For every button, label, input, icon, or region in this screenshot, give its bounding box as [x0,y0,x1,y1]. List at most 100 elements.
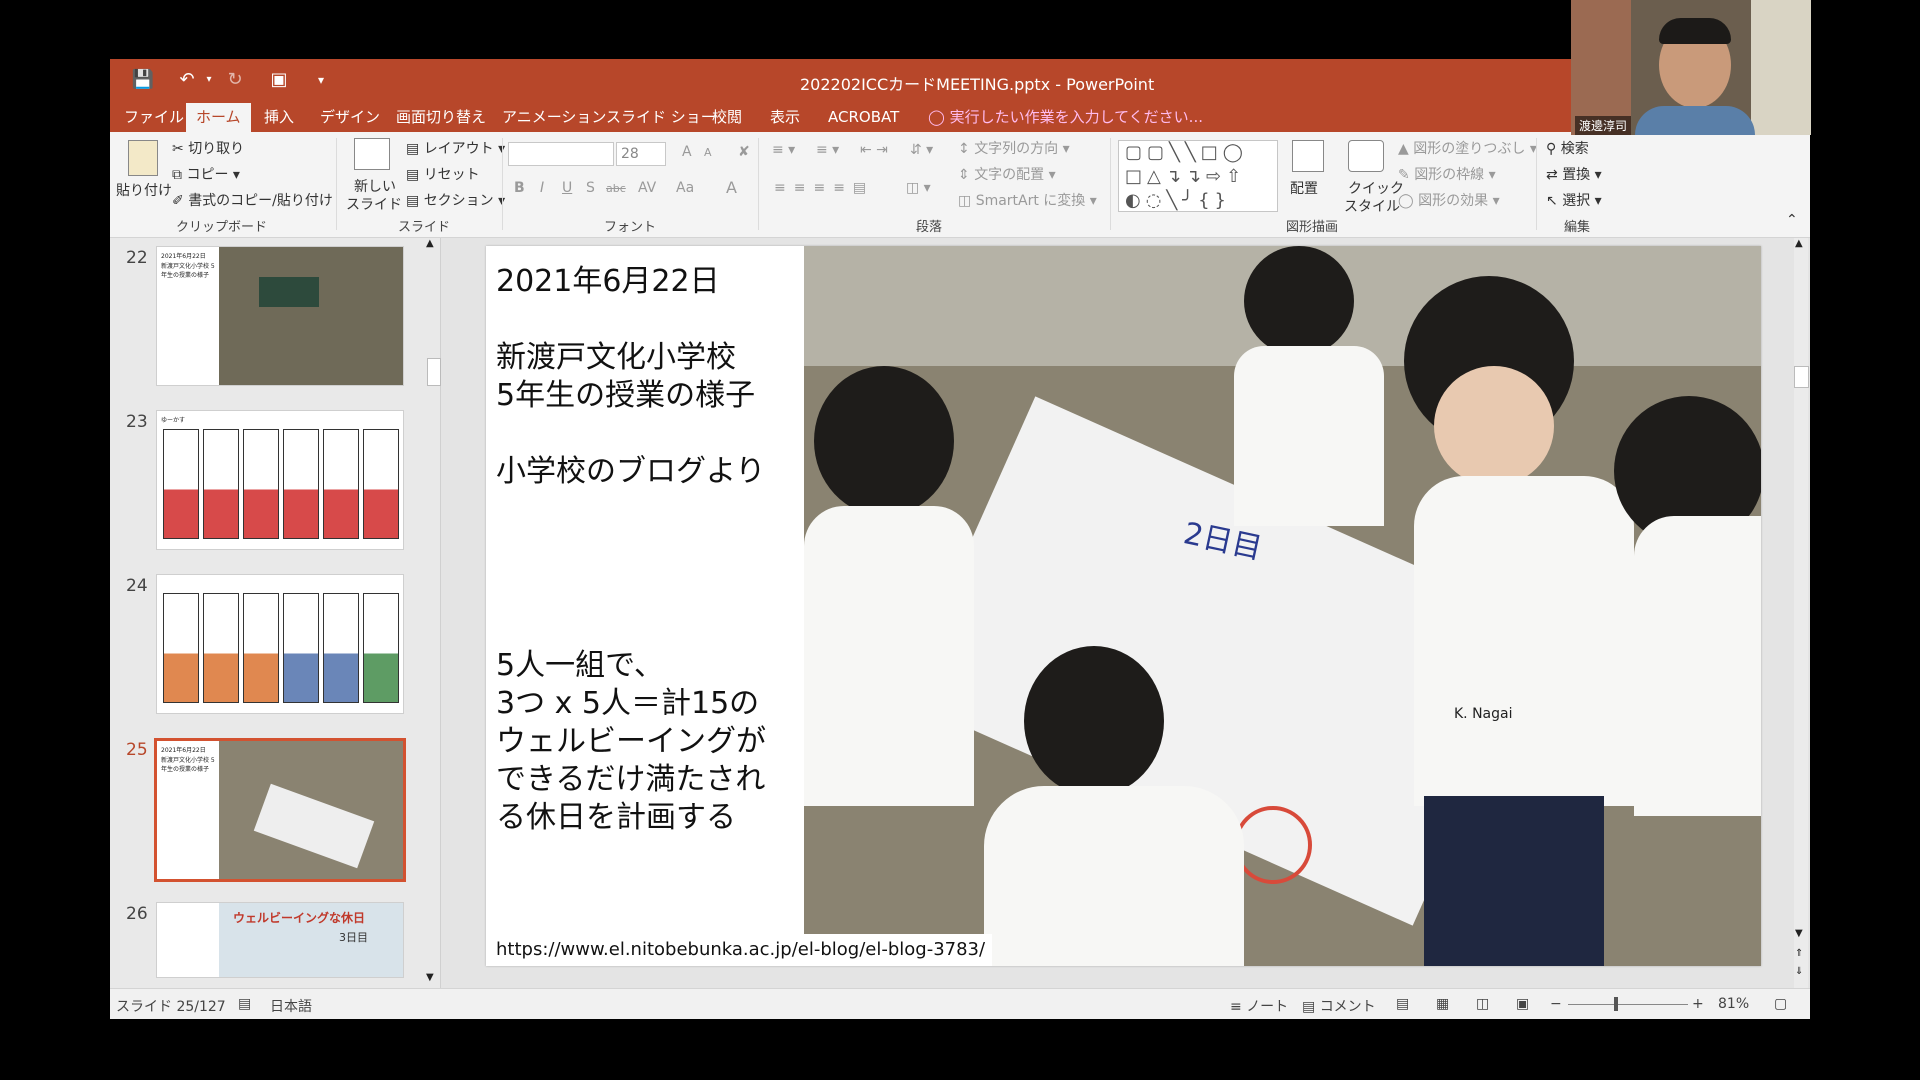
tab-review[interactable]: 校閲 [702,103,752,132]
thumbnail-slide-25[interactable]: 2021年6月22日 新渡戸文化小学校 5年生の授業の様子 [154,738,406,882]
thumbnail-slide-22[interactable]: 2021年6月22日 新渡戸文化小学校 5年生の授業の様子 [156,246,404,386]
columns-icon[interactable]: ◫ ▾ [906,180,931,196]
quick-styles-button[interactable]: クイック [1348,178,1404,198]
font-name-field[interactable] [508,142,614,166]
save-icon[interactable]: 💾 [130,67,156,93]
select-button[interactable]: ↖ 選択 ▾ [1546,190,1602,210]
format-painter-button[interactable]: ✐ 書式のコピー/貼り付け [172,190,333,210]
reset-button[interactable]: ▤ リセット [406,164,480,184]
shape-fill-button[interactable]: ▲ 図形の塗りつぶし ▾ [1398,138,1537,158]
scroll-down-icon[interactable]: ▼ [426,972,434,983]
customize-icon[interactable]: ▾ [308,67,334,93]
section-button[interactable]: ▤ セクション ▾ [406,190,505,210]
scroll-down-icon[interactable]: ▼ [1795,928,1803,939]
text-direction-button[interactable]: ↕ 文字列の方向 ▾ [958,138,1070,158]
slide-scrollbar[interactable]: ▲ ▼ ⇑ ⇓ [1794,238,1809,988]
grow-font-button[interactable]: A [682,144,692,160]
quick-styles-label[interactable]: スタイル [1344,196,1400,216]
undo-dropdown-icon[interactable]: ▾ [196,67,222,93]
scroll-thumb[interactable] [1794,366,1809,388]
arrange-button[interactable]: 配置 [1290,178,1318,198]
paste-button[interactable]: 貼り付け [116,180,172,200]
next-slide-icon[interactable]: ⇓ [1795,966,1803,977]
bold-button[interactable]: B [514,180,525,196]
zoom-slider-thumb[interactable] [1614,997,1618,1011]
class-description[interactable]: 5年生の授業の様子 [496,376,755,416]
shape-effects-button[interactable]: ◯ 図形の効果 ▾ [1398,190,1500,210]
thumbnail-slide-24[interactable] [156,574,404,714]
italic-button[interactable]: I [540,180,544,196]
thumbnail-slide-23[interactable]: ゆーかす [156,410,404,550]
task-line-3[interactable]: ウェルビーイングが [496,722,766,762]
clear-format-icon[interactable]: ✘ [738,144,750,160]
tab-design[interactable]: デザイン [310,103,390,132]
scroll-thumb[interactable] [427,358,441,386]
font-color-button[interactable]: A [726,178,737,197]
new-slide-label[interactable]: スライド [346,194,402,214]
normal-view-icon[interactable]: ▤ [1396,996,1409,1012]
zoom-slider[interactable] [1568,1004,1688,1005]
fit-to-window-icon[interactable]: ▢ [1774,996,1787,1012]
change-case-button[interactable]: Aa [676,180,694,196]
scroll-up-icon[interactable]: ▲ [426,238,434,249]
tell-me-box[interactable]: ◯ 実行したい作業を入力してください... [918,103,1213,132]
replace-button[interactable]: ⇄ 置換 ▾ [1546,164,1602,184]
new-slide-button[interactable]: 新しい [354,176,396,196]
notes-button[interactable]: ≡ ノート [1230,996,1288,1016]
arrange-icon[interactable] [1292,140,1324,172]
layout-button[interactable]: ▤ レイアウト ▾ [406,138,505,158]
font-size-field[interactable]: 28 [616,142,666,166]
align-text-button[interactable]: ⇕ 文字の配置 ▾ [958,164,1056,184]
slideshow-view-icon[interactable]: ▣ [1516,996,1529,1012]
collapse-ribbon-icon[interactable]: ⌃ [1786,212,1798,228]
tab-acrobat[interactable]: ACROBAT [818,103,909,132]
task-line-2[interactable]: 3つ x 5人＝計15の [496,684,759,724]
thumbnail-slide-26[interactable]: ウェルビーイングな休日 3日目 [156,902,404,978]
tab-view[interactable]: 表示 [760,103,810,132]
numbering-icon[interactable]: ≡ ▾ [816,142,839,158]
cut-button[interactable]: ✂ 切り取り [172,138,244,158]
shapes-gallery[interactable]: ▢▢╲╲□◯ □△↴↴⇨⇧ ◐◌╲╯{} [1118,140,1278,212]
scroll-up-icon[interactable]: ▲ [1795,238,1803,249]
source-url[interactable]: https://www.el.nitobebunka.ac.jp/el-blog… [486,934,992,966]
redo-icon[interactable]: ↻ [222,67,248,93]
zoom-level[interactable]: 81% [1718,996,1749,1012]
copy-button[interactable]: ⧉ コピー ▾ [172,164,240,184]
thumbnail-scrollbar[interactable]: ▲ ▼ [426,238,441,988]
zoom-in-icon[interactable]: + [1692,996,1704,1012]
task-line-4[interactable]: できるだけ満たされ [496,760,765,800]
new-slide-icon[interactable] [354,138,390,170]
smartart-button[interactable]: ◫ SmartArt に変換 ▾ [958,190,1097,210]
shape-outline-button[interactable]: ✎ 図形の枠線 ▾ [1398,164,1496,184]
shadow-button[interactable]: S [586,180,595,196]
school-name[interactable]: 新渡戸文化小学校 [496,338,736,378]
indent-icon[interactable]: ⇤ ⇥ [860,142,888,158]
task-line-1[interactable]: 5人一組で、 [496,646,664,686]
find-button[interactable]: ⚲ 検索 [1546,138,1589,158]
task-line-5[interactable]: る休日を計画する [496,798,736,838]
slide-date[interactable]: 2021年6月22日 [496,262,720,302]
tab-home[interactable]: ホーム [186,103,251,132]
bullets-icon[interactable]: ≡ ▾ [772,142,795,158]
previous-slide-icon[interactable]: ⇑ [1795,948,1803,959]
char-spacing-button[interactable]: AV [638,180,656,196]
source-note[interactable]: 小学校のブログより [496,452,765,492]
tab-insert[interactable]: 挿入 [254,103,304,132]
slide-sorter-icon[interactable]: ▦ [1436,996,1449,1012]
align-icons[interactable]: ≡≡≡≡▤ [774,180,874,196]
reading-view-icon[interactable]: ◫ [1476,996,1489,1012]
classroom-photo[interactable]: 2日目 K. Nagai [804,246,1761,966]
present-icon[interactable]: ▣ [266,67,292,93]
paste-icon[interactable] [128,140,158,176]
strikethrough-button[interactable]: abc [606,182,626,195]
quick-styles-icon[interactable] [1348,140,1384,172]
tab-file[interactable]: ファイル [114,103,194,132]
underline-button[interactable]: U [562,180,572,196]
shrink-font-button[interactable]: A [704,146,712,159]
tab-transitions[interactable]: 画面切り替え [386,103,496,132]
language-indicator[interactable]: 日本語 [270,996,312,1016]
line-spacing-icon[interactable]: ⇵ ▾ [910,142,933,158]
comments-button[interactable]: ▤ コメント [1302,996,1376,1016]
spellcheck-icon[interactable]: ▤ [238,996,251,1012]
zoom-out-icon[interactable]: − [1550,996,1562,1012]
